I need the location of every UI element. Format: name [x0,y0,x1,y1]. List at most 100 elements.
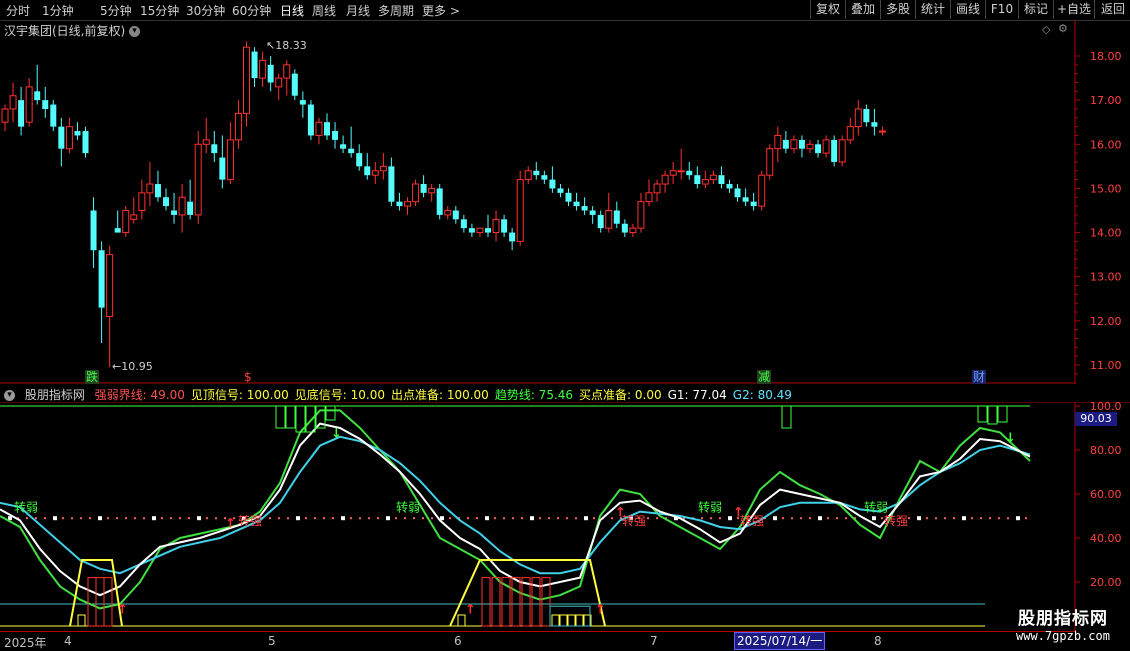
threshold-dot [944,517,946,520]
threshold-dot [62,517,64,520]
ind-y-tick-label: 60.00 [1090,488,1122,501]
small-signal-box [575,614,584,627]
threshold-dot [701,517,703,520]
candle-body [629,227,637,234]
candle-body [219,157,226,180]
candle-body [815,144,822,154]
y-tick-label: 16.00 [1090,138,1122,151]
period-tab-5min[interactable]: 5分钟 [100,2,132,19]
candle-body [50,104,57,127]
f10-button[interactable]: F10 [985,0,1018,19]
period-tab-1min[interactable]: 1分钟 [42,2,74,19]
period-tab-more[interactable]: 更多 > [422,2,460,19]
candle-body [460,219,467,229]
candle-body [436,188,443,215]
threshold-dot [872,516,876,521]
sell-prep-bar [103,577,113,627]
overlay-button[interactable]: 叠加 [845,0,880,19]
candle-body [468,228,475,233]
fuquan-button[interactable]: 复权 [810,0,845,19]
threshold-dot [179,517,181,520]
threshold-dot [449,517,451,520]
date-axis: 2025年 4 5 6 7 2025/07/14/一 8 [0,631,1075,651]
candle-body [243,46,250,114]
high-price-label: ↖18.33 [266,39,307,52]
sell-prep-bar [511,577,521,627]
threshold-dot [359,517,361,520]
candle-body [750,201,757,207]
mark-button[interactable]: 标记 [1018,0,1053,19]
candle-body [476,227,484,234]
threshold-dot [152,516,156,521]
stats-button[interactable]: 统计 [915,0,950,19]
candle-body [74,131,81,136]
candle-body [332,131,339,140]
top-signal-box [987,405,998,425]
threshold-dot [197,516,201,521]
date-label-may: 5 [268,634,276,648]
top-signal-box [275,405,286,429]
period-tab-60min[interactable]: 60分钟 [232,2,271,19]
watermark-url: www.7gpzb.com [1016,629,1110,643]
threshold-dot [917,516,921,521]
candle-body [734,188,741,198]
candle-body [371,170,379,176]
candle-body [863,108,870,123]
threshold-dot [80,517,82,520]
ind-y-tick-label: 20.00 [1090,576,1122,589]
threshold-dot [476,517,478,520]
top-signal-box [997,405,1008,423]
candle-body [202,139,210,145]
multi-stock-button[interactable]: 多股 [880,0,915,19]
threshold-dot [998,517,1000,520]
indicator-chart[interactable]: 100.080.0060.0040.0020.00↑ ↑ ↑↑↑ ↑↓ ↓转弱转强转弱转… [0,402,1130,631]
threshold-dot [431,517,433,520]
back-button[interactable]: 返回 [1094,0,1130,19]
indicator-name[interactable]: 股朋指标网 [25,388,85,402]
candle-body [146,183,154,194]
threshold-dot [989,517,991,520]
threshold-dot [368,517,370,520]
indicator-param-4: 趋势线: 75.46 [494,388,574,402]
candle-body [388,166,395,202]
candle-body [653,183,661,194]
sell-arrow: ↓ [331,426,342,441]
period-tab-30min[interactable]: 30分钟 [186,2,225,19]
period-tab-monthly[interactable]: 月线 [346,2,370,19]
candle-body [485,228,491,233]
top-signal-box [977,405,988,423]
period-tab-fenshi[interactable]: 分时 [6,2,30,19]
period-tab-weekly[interactable]: 周线 [312,2,336,19]
signal-text-label: 转强 [740,513,764,528]
candle-body [573,201,580,207]
buy-arrow: ↑ [465,602,476,617]
indicator-param-5: 买点准备: 0.00 [579,388,662,402]
add-watchlist-button[interactable]: +自选 [1053,0,1094,19]
period-tab-daily[interactable]: 日线 [280,2,304,19]
candle-body [259,59,267,79]
threshold-dot [809,517,811,520]
threshold-dot [494,517,496,520]
candle-body [42,100,49,109]
draw-line-button[interactable]: 画线 [950,0,985,19]
threshold-dot [116,517,118,520]
threshold-dot [26,517,28,520]
indicator-settings-icon[interactable]: ▾ [4,390,15,401]
candlestick-chart[interactable]: 18.00 17.00 16.00 15.00 14.00 13.00 12.00 11.00… [0,20,1130,384]
candle-body [669,170,677,176]
threshold-dot [818,516,822,521]
threshold-dot [161,517,163,520]
threshold-dot [44,517,46,520]
candle-body [444,210,452,216]
threshold-dot [170,517,172,520]
candle-body [18,100,25,127]
candle-body [565,192,572,202]
threshold-dot [323,517,325,520]
candle-body [34,91,41,101]
period-tab-15min[interactable]: 15分钟 [140,2,179,19]
candle-body [621,223,628,233]
threshold-dot [206,517,208,520]
threshold-dot [548,517,550,520]
period-tab-multi[interactable]: 多周期 [378,2,414,19]
threshold-dot [413,517,415,520]
